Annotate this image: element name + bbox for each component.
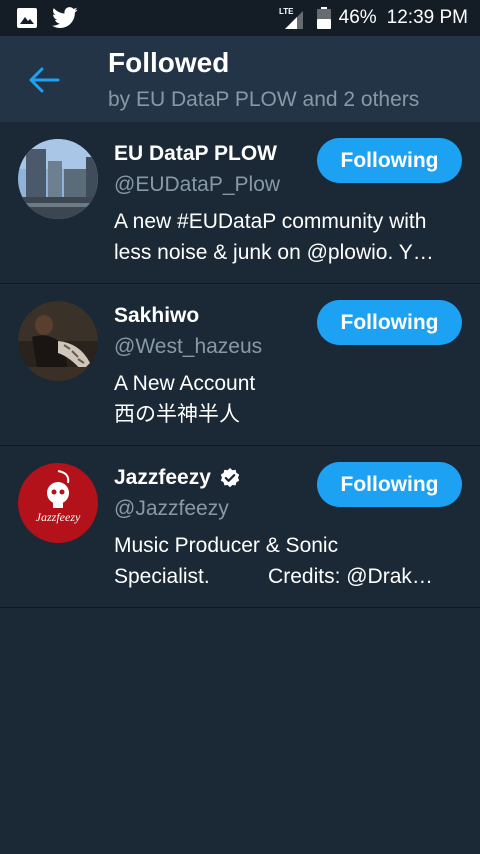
user-name[interactable]: EU DataP PLOW (114, 142, 277, 166)
user-bio: A New Account 西の半神半人 (114, 368, 464, 430)
status-bar-left (16, 7, 92, 29)
user-handle: @West_hazeus (114, 335, 263, 358)
avatar-logo: Jazzfeezy (18, 463, 98, 543)
user-handle: @Jazzfeezy (114, 497, 229, 520)
status-bar-right: LTE 46% 12:39 PM (279, 6, 468, 30)
bio-line: 西の半神半人 (114, 403, 240, 426)
image-icon (17, 8, 37, 28)
battery-icon (316, 7, 331, 29)
list-item[interactable]: Jazzfeezy Jazzfeezy @Jazzfeezy Music Pro… (0, 446, 480, 608)
page-subtitle: by EU DataP PLOW and 2 others (108, 88, 420, 111)
verified-badge-icon (220, 468, 240, 488)
back-button[interactable] (22, 58, 66, 102)
name-row: EU DataP PLOW (114, 142, 277, 166)
following-button[interactable]: Following (317, 462, 462, 507)
status-bar: LTE 46% 12:39 PM (0, 0, 480, 36)
user-bio: Music Producer & Sonic Specialist. Credi… (114, 530, 464, 592)
app-header: Followed by EU DataP PLOW and 2 others (0, 36, 480, 122)
avatar[interactable] (18, 139, 98, 219)
following-button[interactable]: Following (317, 300, 462, 345)
bio-line: Music Producer & Sonic (114, 534, 339, 557)
page-title: Followed (108, 47, 230, 78)
avatar-image (18, 301, 98, 381)
bio-line: A New Account (114, 372, 256, 395)
name-row: Sakhiwo (114, 304, 199, 328)
user-bio: A new #EUDataP community with less noise… (114, 206, 464, 268)
bio-line: Specialist. Credits: @Drak… (114, 565, 433, 588)
lte-signal-icon: LTE (279, 7, 303, 29)
avatar[interactable] (18, 301, 98, 381)
name-row: Jazzfeezy (114, 466, 241, 490)
battery-percentage: 46% (338, 7, 377, 28)
avatar[interactable]: Jazzfeezy (18, 463, 98, 543)
user-handle: @EUDataP_Plow (114, 173, 281, 196)
following-button[interactable]: Following (317, 138, 462, 183)
list-item[interactable]: Sakhiwo @West_hazeus A New Account 西の半神半… (0, 284, 480, 446)
twitter-bird-icon (52, 7, 78, 28)
list-item[interactable]: EU DataP PLOW @EUDataP_Plow A new #EUDat… (0, 122, 480, 284)
user-name[interactable]: Jazzfeezy (114, 466, 211, 490)
clock: 12:39 PM (386, 7, 468, 28)
user-list: EU DataP PLOW @EUDataP_Plow A new #EUDat… (0, 122, 480, 608)
avatar-image (18, 139, 98, 219)
network-type-label: LTE (279, 7, 294, 16)
avatar-logo-text: Jazzfeezy (36, 510, 81, 524)
user-name[interactable]: Sakhiwo (114, 304, 199, 328)
bio-line: less noise & junk on @plowio. Y… (114, 241, 434, 264)
bio-line: A new #EUDataP community with (114, 210, 427, 233)
arrow-left-icon (29, 67, 60, 93)
